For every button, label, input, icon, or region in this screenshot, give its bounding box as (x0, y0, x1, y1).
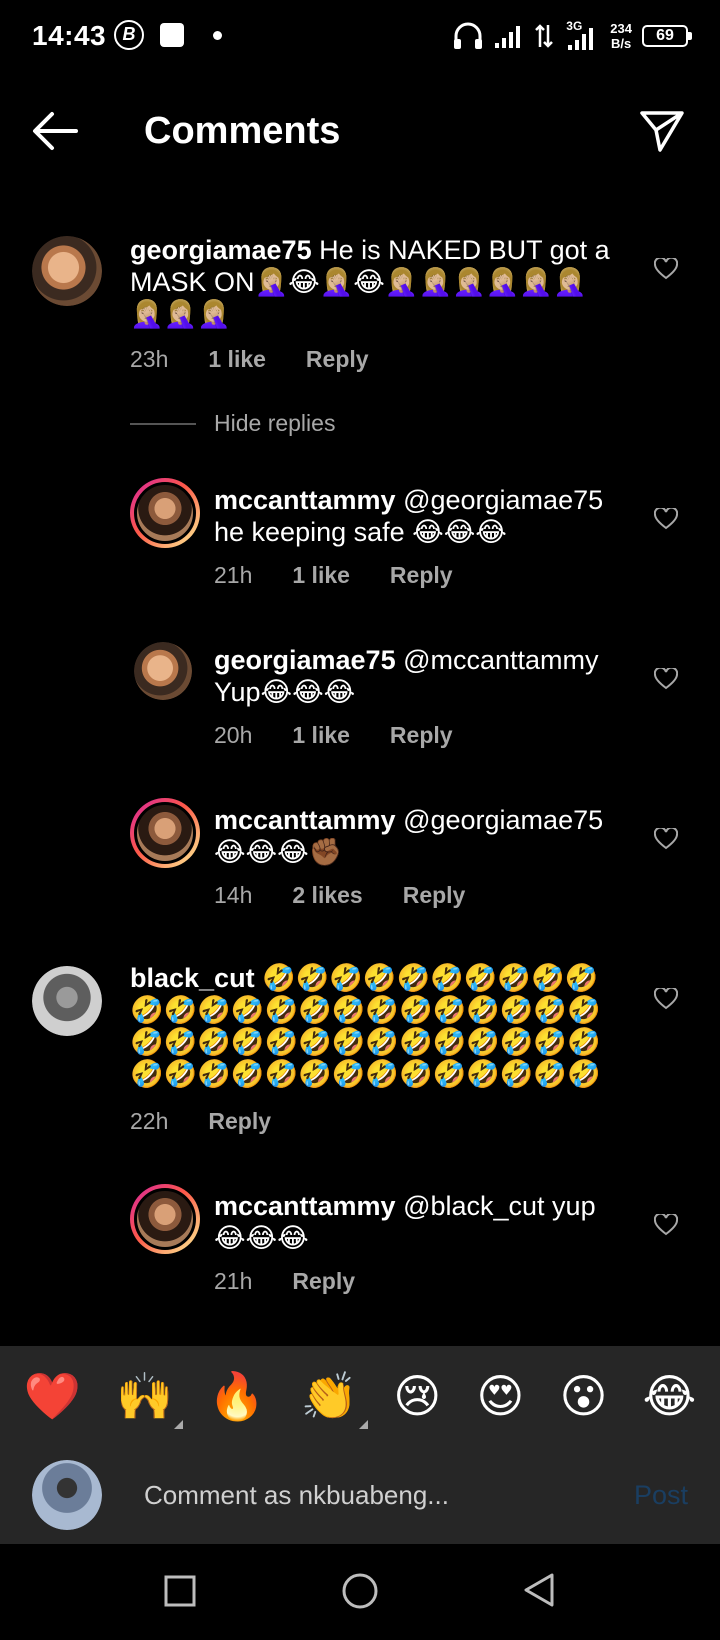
direct-message-icon[interactable] (638, 108, 686, 154)
speed-value: 234 (610, 21, 632, 36)
comment-time: 22h (130, 1108, 169, 1134)
current-user-avatar (32, 1460, 102, 1530)
heart-icon[interactable] (654, 668, 678, 690)
avatar[interactable] (130, 1184, 200, 1254)
comment-text: georgiamae75 @mccanttammy Yup😂😂😂 (214, 644, 634, 708)
header: Comments (0, 86, 720, 178)
back-arrow-icon[interactable] (30, 108, 80, 154)
avatar-image (134, 482, 196, 544)
emoji-heart-button[interactable]: ❤️ (24, 1371, 81, 1421)
comment-time: 20h (214, 722, 253, 748)
signal-3g-icon: 3G (564, 19, 600, 51)
reply-button[interactable]: Reply (390, 562, 453, 589)
comment-username[interactable]: black_cut (130, 963, 255, 993)
home-circle-icon[interactable] (341, 1572, 379, 1610)
status-bar: 14:43 B 3G 234 B/s 69 (0, 0, 720, 72)
divider-line (130, 422, 196, 425)
emoji-fire-button[interactable]: 🔥 (208, 1371, 265, 1421)
emoji-raised-hands-button[interactable]: 🙌 (116, 1371, 184, 1429)
comment-meta: 20h 1 like Reply (214, 722, 453, 749)
notification-square-icon (160, 23, 184, 47)
headphones-icon (454, 22, 483, 49)
comment-username[interactable]: mccanttammy (214, 805, 396, 835)
page-title: Comments (144, 110, 341, 152)
avatar-image (32, 236, 102, 306)
heart-icon[interactable] (654, 1214, 678, 1236)
battery-icon: 69 (642, 25, 692, 47)
comment-likes[interactable]: 1 like (292, 562, 350, 589)
comment-meta: 14h 2 likes Reply (214, 882, 465, 909)
reply-button[interactable]: Reply (390, 722, 453, 749)
comment-input[interactable] (144, 1474, 604, 1516)
comment-time: 23h (130, 346, 169, 372)
comment-username[interactable]: georgiamae75 (130, 235, 312, 265)
notification-dot-icon (213, 31, 222, 40)
emoji-reaction-bar: ❤️ 🙌 🔥 👏 😢 😍 😮 😂 (0, 1346, 720, 1446)
status-icons: 3G 234 B/s 69 (452, 16, 692, 56)
comment-likes[interactable]: 1 like (208, 346, 266, 373)
comment-text: georgiamae75 He is NAKED BUT got a MASK … (130, 234, 620, 330)
system-nav-bar (0, 1544, 720, 1640)
avatar[interactable] (130, 478, 200, 548)
comment-text: mccanttammy @georgiamae75 😂😂😂✊🏾 (214, 804, 634, 868)
avatar[interactable] (32, 966, 102, 1036)
data-transfer-icon (535, 24, 554, 48)
reply-button[interactable]: Reply (208, 1108, 271, 1135)
comment-composer: Post (0, 1446, 720, 1544)
emoji-crying-button[interactable]: 😢 (393, 1371, 441, 1421)
comment-text: mccanttammy @georgiamae75 he keeping saf… (214, 484, 634, 548)
status-time: 14:43 (32, 20, 107, 51)
avatar[interactable] (130, 798, 200, 868)
back-triangle-icon[interactable] (522, 1572, 556, 1608)
comment-meta: 23h 1 like Reply (130, 346, 369, 373)
comment-time: 21h (214, 1268, 253, 1294)
avatar-image (32, 1460, 102, 1530)
comment-time: 21h (214, 562, 253, 588)
comment-meta: 22h Reply (130, 1108, 271, 1135)
heart-icon[interactable] (654, 258, 678, 280)
avatar[interactable] (32, 236, 102, 306)
comment-username[interactable]: mccanttammy (214, 1191, 396, 1221)
comment-text: black_cut 🤣🤣🤣🤣🤣🤣🤣🤣🤣🤣🤣🤣🤣🤣🤣🤣🤣🤣🤣🤣🤣🤣🤣🤣🤣🤣🤣🤣🤣🤣… (130, 962, 620, 1090)
emoji-heart-eyes-button[interactable]: 😍 (476, 1371, 524, 1421)
emoji-clap-button[interactable]: 👏 (301, 1371, 369, 1429)
comment-meta: 21h Reply (214, 1268, 355, 1295)
comment-username[interactable]: georgiamae75 (214, 645, 396, 675)
avatar-image (134, 642, 192, 700)
avatar-image (134, 1188, 196, 1250)
hide-replies-label: Hide replies (214, 410, 336, 436)
emoji-surprised-button[interactable]: 😮 (559, 1371, 607, 1421)
post-button[interactable]: Post (634, 1480, 688, 1511)
comment-text: mccanttammy @black_cut yup 😂😂😂 (214, 1190, 634, 1254)
avatar-image (134, 802, 196, 864)
network-speed: 234 B/s (610, 21, 632, 51)
comment-likes[interactable]: 2 likes (292, 882, 362, 909)
comment-likes[interactable]: 1 like (292, 722, 350, 749)
avatar-image (32, 966, 102, 1036)
comment-time: 14h (214, 882, 253, 908)
comment-username[interactable]: mccanttammy (214, 485, 396, 515)
recents-square-icon[interactable] (163, 1574, 197, 1608)
reply-button[interactable]: Reply (306, 346, 369, 373)
heart-icon[interactable] (654, 828, 678, 850)
comment-meta: 21h 1 like Reply (214, 562, 453, 589)
avatar[interactable] (134, 642, 192, 700)
b-app-icon: B (114, 20, 144, 50)
hide-replies-button[interactable]: Hide replies (130, 410, 335, 437)
heart-icon[interactable] (654, 988, 678, 1010)
heart-icon[interactable] (654, 508, 678, 530)
reply-button[interactable]: Reply (403, 882, 466, 909)
speed-unit: B/s (611, 36, 632, 51)
emoji-laughing-button[interactable]: 😂 (643, 1371, 697, 1421)
reply-button[interactable]: Reply (292, 1268, 355, 1295)
signal-icon (495, 26, 521, 48)
